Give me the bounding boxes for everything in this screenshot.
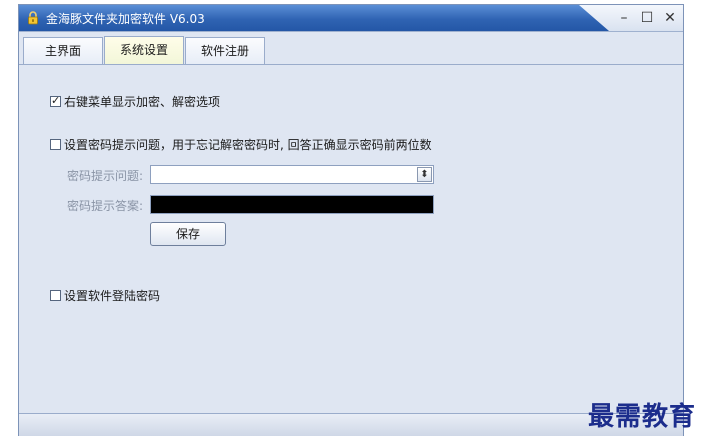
window-title: 金海豚文件夹加密软件 V6.03 <box>46 12 205 26</box>
app-window: 金海豚文件夹加密软件 V6.03 – ☐ ✕ 主界面 系统设置 软件注册 右键菜… <box>18 4 684 436</box>
settings-panel: 右键菜单显示加密、解密选项 设置密码提示问题，用于忘记解密密码时, 回答正确显示… <box>19 64 683 412</box>
login-password-option[interactable]: 设置软件登陆密码 <box>50 287 160 304</box>
hint-answer-input[interactable] <box>150 195 434 214</box>
status-bar <box>19 413 683 436</box>
hint-question-checkbox[interactable] <box>50 139 61 150</box>
context-menu-checkbox[interactable] <box>50 94 61 107</box>
tab-system-settings[interactable]: 系统设置 <box>104 36 184 65</box>
context-menu-label: 右键菜单显示加密、解密选项 <box>64 95 221 109</box>
save-button[interactable]: 保存 <box>150 222 226 246</box>
watermark-text: 最需教育 <box>588 402 697 432</box>
login-password-checkbox[interactable] <box>50 290 61 301</box>
title-bar[interactable]: 金海豚文件夹加密软件 V6.03 – ☐ ✕ <box>19 5 683 32</box>
hint-question-option[interactable]: 设置密码提示问题，用于忘记解密密码时, 回答正确显示密码前两位数 <box>50 136 432 153</box>
hint-question-label: 设置密码提示问题，用于忘记解密密码时, 回答正确显示密码前两位数 <box>64 138 432 152</box>
answer-field-label: 密码提示答案: <box>67 199 144 213</box>
close-button[interactable]: ✕ <box>661 9 679 27</box>
context-menu-option[interactable]: 右键菜单显示加密、解密选项 <box>50 93 220 110</box>
maximize-button[interactable]: ☐ <box>638 9 656 27</box>
tab-registration[interactable]: 软件注册 <box>185 37 265 64</box>
question-field-label: 密码提示问题: <box>67 169 144 183</box>
tab-strip: 主界面 系统设置 软件注册 <box>19 36 683 65</box>
hint-question-select[interactable]: ⬍ <box>150 165 434 184</box>
minimize-button[interactable]: – <box>615 9 633 27</box>
tab-main[interactable]: 主界面 <box>23 37 103 64</box>
lock-icon <box>28 11 38 25</box>
chevron-down-icon[interactable]: ⬍ <box>417 167 432 182</box>
login-password-label: 设置软件登陆密码 <box>64 289 161 303</box>
